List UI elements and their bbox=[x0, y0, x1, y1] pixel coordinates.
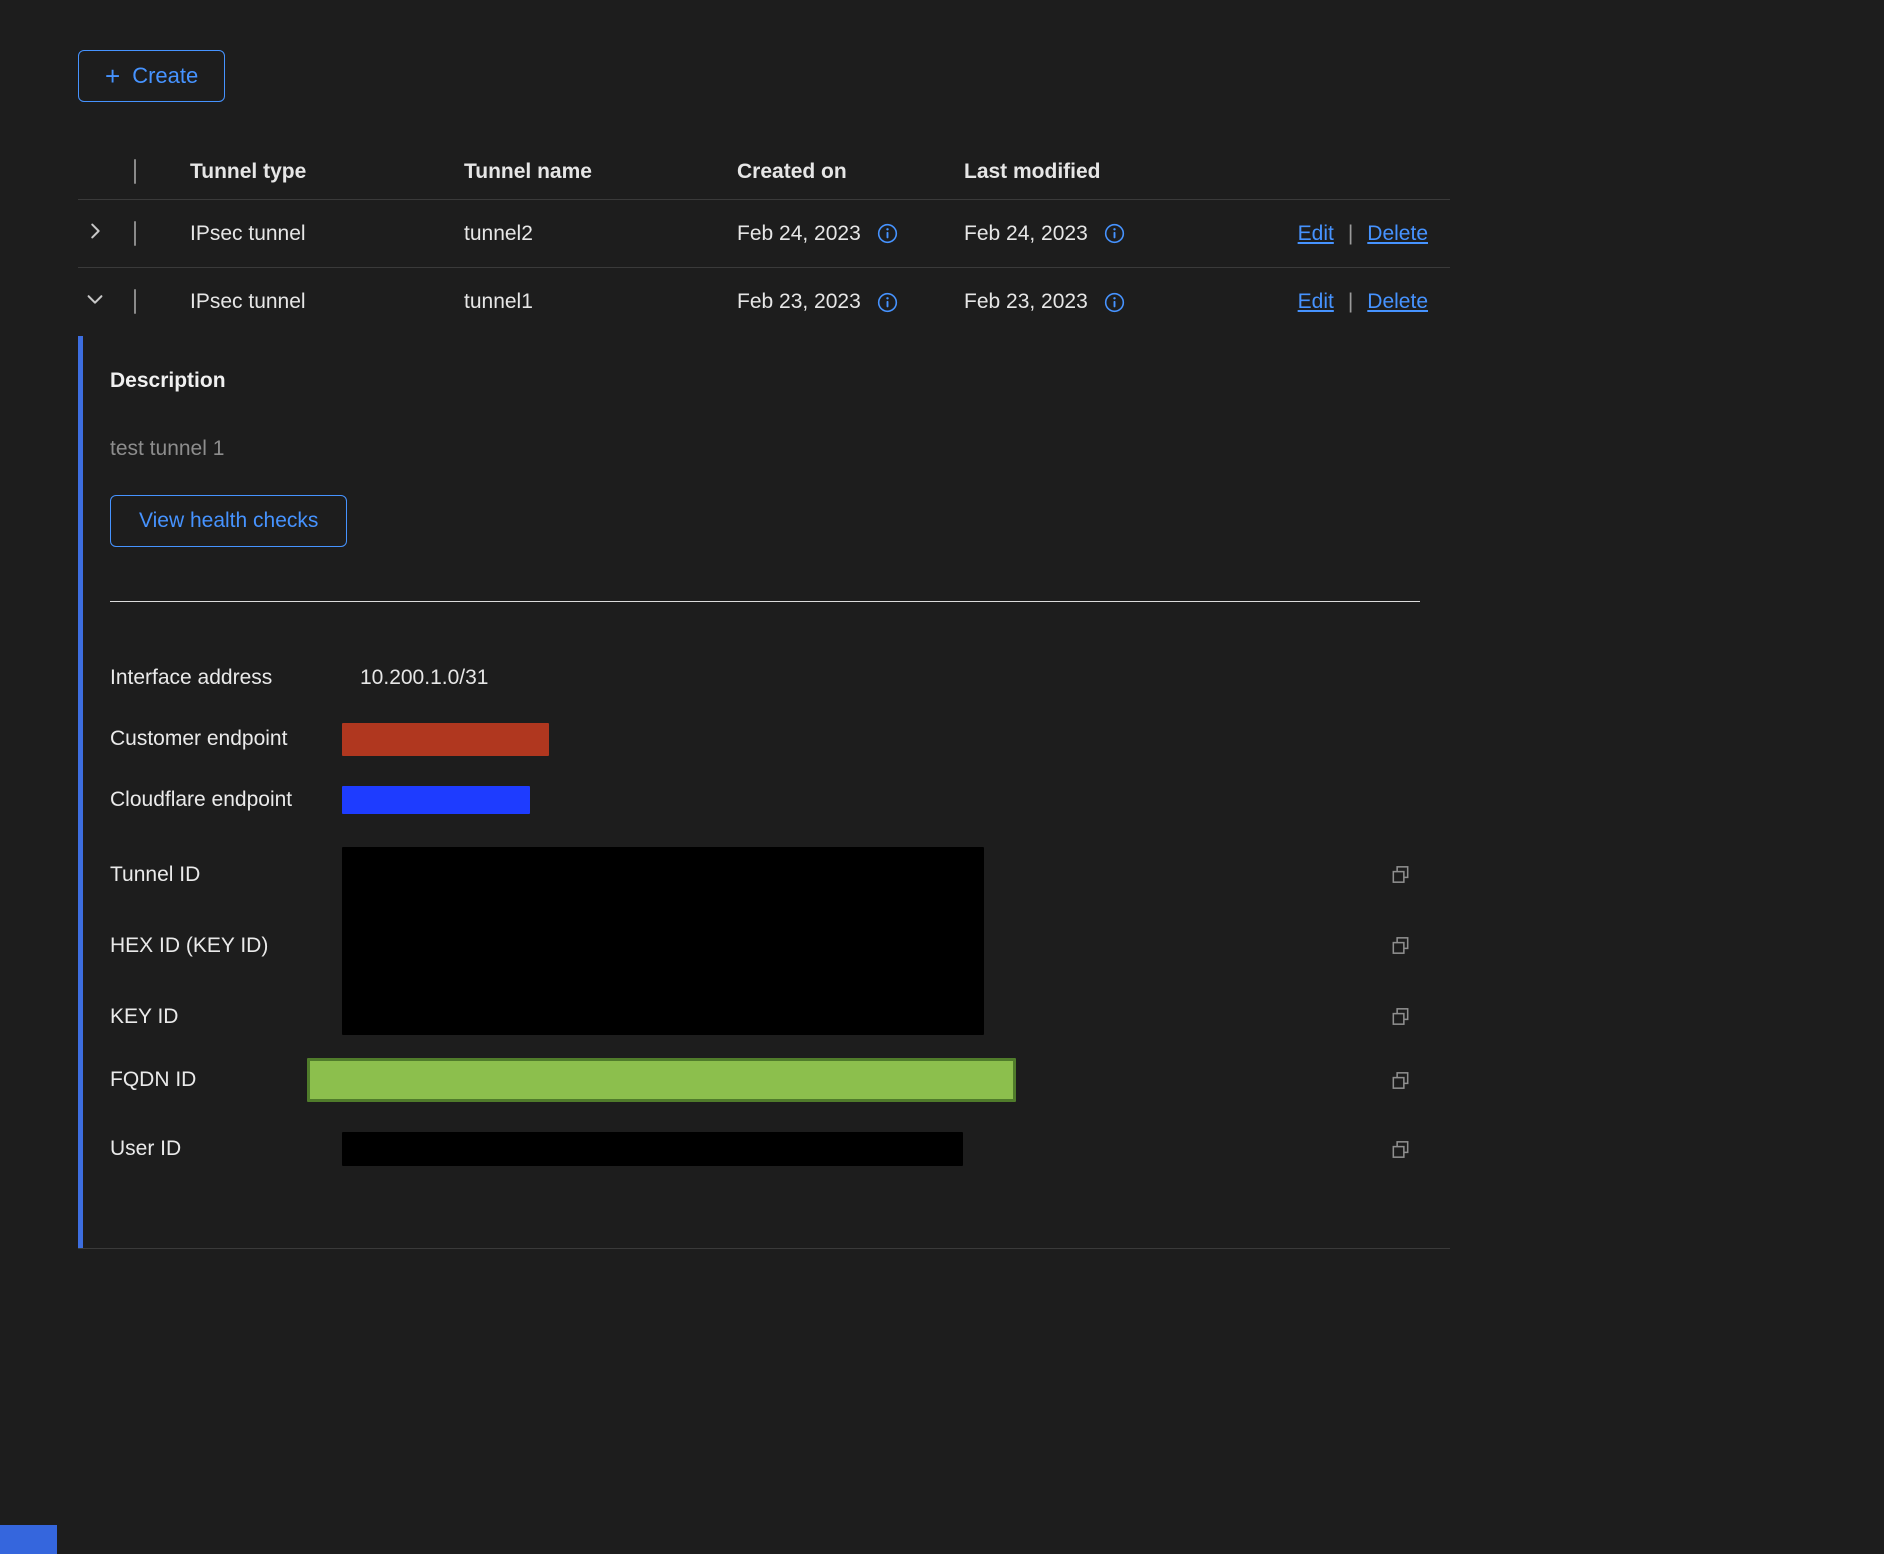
copy-icon[interactable] bbox=[1389, 934, 1412, 957]
info-icon[interactable] bbox=[877, 292, 898, 313]
field-row-cloudflare-endpoint: Cloudflare endpoint bbox=[110, 778, 1450, 822]
page: + Create Tunnel type Tunnel name Created… bbox=[0, 0, 1884, 1554]
action-separator: | bbox=[1348, 222, 1353, 246]
create-button-label: Create bbox=[132, 63, 198, 89]
interface-address-value: 10.200.1.0/31 bbox=[342, 666, 1412, 690]
tunnel-type-value: IPsec tunnel bbox=[190, 222, 464, 246]
user-id-redacted-value bbox=[342, 1132, 963, 1166]
fqdn-id-redacted-value bbox=[307, 1058, 1016, 1102]
col-header-last-modified: Last modified bbox=[964, 160, 1450, 184]
last-modified-value: Feb 24, 2023 bbox=[964, 222, 1088, 246]
field-row-customer-endpoint: Customer endpoint bbox=[110, 717, 1450, 761]
field-group-ids: Tunnel ID HEX ID (KEY ID) KEY ID bbox=[110, 839, 1450, 1052]
info-icon[interactable] bbox=[877, 223, 898, 244]
row-checkbox[interactable] bbox=[134, 221, 136, 246]
interface-address-label: Interface address bbox=[110, 666, 342, 690]
last-modified-value: Feb 23, 2023 bbox=[964, 290, 1088, 314]
field-row-user-id: User ID bbox=[110, 1127, 1450, 1171]
plus-icon: + bbox=[105, 63, 120, 89]
chevron-right-icon bbox=[84, 220, 106, 248]
chevron-down-icon bbox=[84, 288, 106, 316]
tunnel-id-label: Tunnel ID bbox=[110, 863, 342, 887]
create-button[interactable]: + Create bbox=[78, 50, 225, 102]
key-id-label: KEY ID bbox=[110, 1005, 342, 1029]
ids-redacted-value bbox=[342, 847, 984, 1035]
bottom-left-accent-bar bbox=[0, 1525, 57, 1554]
created-on-value: Feb 24, 2023 bbox=[737, 222, 861, 246]
copy-icon[interactable] bbox=[1389, 1138, 1412, 1161]
copy-icon[interactable] bbox=[1389, 863, 1412, 886]
field-row-fqdn-id: FQDN ID bbox=[110, 1058, 1450, 1102]
customer-endpoint-label: Customer endpoint bbox=[110, 727, 342, 751]
col-header-tunnel-name: Tunnel name bbox=[464, 160, 737, 184]
user-id-label: User ID bbox=[110, 1137, 342, 1161]
copy-icon[interactable] bbox=[1389, 1069, 1412, 1092]
section-divider bbox=[110, 601, 1420, 602]
select-all-checkbox[interactable] bbox=[134, 159, 136, 184]
cloudflare-endpoint-redacted-value bbox=[342, 786, 530, 814]
tunnel-name-value: tunnel2 bbox=[464, 222, 737, 246]
delete-link[interactable]: Delete bbox=[1367, 290, 1428, 314]
view-health-checks-button[interactable]: View health checks bbox=[110, 495, 347, 547]
description-value: test tunnel 1 bbox=[110, 437, 1450, 461]
table-row: IPsec tunnel tunnel1 Feb 23, 2023 Feb 23… bbox=[78, 268, 1450, 336]
cloudflare-endpoint-label: Cloudflare endpoint bbox=[110, 788, 342, 812]
description-heading: Description bbox=[110, 369, 1450, 393]
tunnel-type-value: IPsec tunnel bbox=[190, 290, 464, 314]
table-header-row: Tunnel type Tunnel name Created on Last … bbox=[78, 144, 1450, 200]
created-on-value: Feb 23, 2023 bbox=[737, 290, 861, 314]
tunnel-detail-panel: Description test tunnel 1 View health ch… bbox=[78, 336, 1450, 1249]
info-icon[interactable] bbox=[1104, 223, 1125, 244]
delete-link[interactable]: Delete bbox=[1367, 222, 1428, 246]
copy-icon[interactable] bbox=[1389, 1005, 1412, 1028]
edit-link[interactable]: Edit bbox=[1298, 290, 1334, 314]
customer-endpoint-redacted-value bbox=[342, 723, 549, 756]
expand-row-button[interactable] bbox=[78, 220, 122, 248]
col-header-created-on: Created on bbox=[737, 160, 964, 184]
table-row: IPsec tunnel tunnel2 Feb 24, 2023 Feb 24… bbox=[78, 200, 1450, 268]
info-icon[interactable] bbox=[1104, 292, 1125, 313]
action-separator: | bbox=[1348, 290, 1353, 314]
hex-id-label: HEX ID (KEY ID) bbox=[110, 934, 342, 958]
edit-link[interactable]: Edit bbox=[1298, 222, 1334, 246]
collapse-row-button[interactable] bbox=[78, 288, 122, 316]
col-header-tunnel-type: Tunnel type bbox=[190, 160, 464, 184]
tunnels-table: Tunnel type Tunnel name Created on Last … bbox=[78, 144, 1450, 1249]
tunnel-name-value: tunnel1 bbox=[464, 290, 737, 314]
row-checkbox[interactable] bbox=[134, 289, 136, 314]
field-row-interface-address: Interface address 10.200.1.0/31 bbox=[110, 656, 1450, 700]
